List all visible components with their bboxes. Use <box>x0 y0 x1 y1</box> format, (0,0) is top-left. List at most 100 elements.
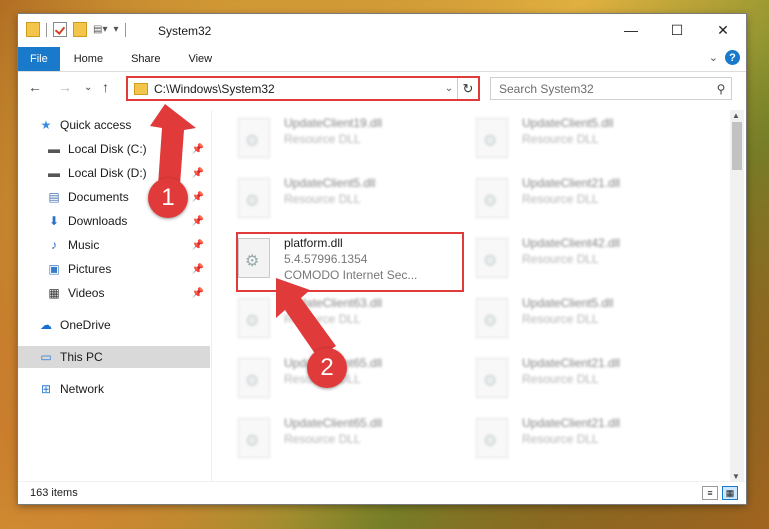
videos-icon: ▦ <box>48 286 60 300</box>
network-icon: ⊞ <box>40 382 52 396</box>
address-path[interactable]: C:\Windows\System32 <box>154 82 441 96</box>
new-folder-icon[interactable] <box>73 22 87 37</box>
dll-file-icon <box>476 418 508 458</box>
computer-icon: ▭ <box>40 350 52 364</box>
file-item[interactable]: UpdateClient63.dll Resource DLL <box>218 290 438 340</box>
star-icon: ★ <box>40 118 52 132</box>
nav-item-videos[interactable]: ▦ Videos 📌 <box>46 282 210 304</box>
help-icon[interactable]: ? <box>725 50 740 65</box>
file-name: UpdateClient21.dll <box>522 176 621 190</box>
file-description: Resource DLL <box>284 432 361 446</box>
forward-icon[interactable]: → <box>58 79 72 95</box>
nav-item-label: Quick access <box>60 118 132 132</box>
nav-item-network[interactable]: ⊞ Network <box>38 378 210 400</box>
up-icon[interactable]: ↑ <box>102 79 109 95</box>
nav-item-local-disk-d[interactable]: ▬ Local Disk (D:) 📌 <box>46 162 210 184</box>
step-1-badge: 1 <box>148 178 188 218</box>
file-name: UpdateClient5.dll <box>522 116 614 130</box>
file-item[interactable]: UpdateClient21.dll Resource DLL <box>456 410 676 460</box>
nav-item-label: Network <box>60 382 105 396</box>
nav-item-label: Documents <box>68 190 129 204</box>
tab-home[interactable]: Home <box>60 47 117 71</box>
file-name: UpdateClient5.dll <box>284 176 376 190</box>
close-button[interactable]: ✕ <box>700 14 746 46</box>
nav-item-this-pc[interactable]: ▭ This PC <box>18 346 210 368</box>
file-name: UpdateClient21.dll <box>522 356 621 370</box>
refresh-icon[interactable]: ↻ <box>457 78 478 99</box>
tiles-view-icon[interactable]: ▦ <box>722 486 738 500</box>
file-name: UpdateClient19.dll <box>284 116 383 130</box>
pictures-icon: ▣ <box>48 262 60 276</box>
tab-share[interactable]: Share <box>117 47 174 71</box>
highlight-box-platform-dll <box>236 232 464 292</box>
file-description: Resource DLL <box>522 132 599 146</box>
file-description: Resource DLL <box>522 192 599 206</box>
dll-file-icon <box>238 358 270 398</box>
file-name: UpdateClient65.dll <box>284 416 383 430</box>
nav-item-quick-access[interactable]: ★ Quick access <box>38 114 210 136</box>
file-name: UpdateClient42.dll <box>522 236 621 250</box>
pin-icon: 📌 <box>191 191 204 203</box>
tab-file[interactable]: File <box>18 47 60 71</box>
toolbar-dropdown-icon[interactable]: ▾ <box>113 24 118 35</box>
expand-ribbon-icon[interactable]: ⌄ <box>709 51 718 64</box>
file-list: UpdateClient19.dll Resource DLL UpdateCl… <box>218 110 728 482</box>
search-input[interactable]: Search System32 ⚲ <box>490 77 732 100</box>
nav-item-label: Downloads <box>68 214 128 228</box>
back-icon[interactable]: ← <box>28 79 42 95</box>
dll-file-icon <box>238 178 270 218</box>
folder-icon <box>26 22 40 37</box>
dll-file-icon <box>476 118 508 158</box>
nav-item-label: Local Disk (D:) <box>68 166 147 180</box>
tab-view[interactable]: View <box>174 47 226 71</box>
pin-icon: 📌 <box>191 263 204 275</box>
nav-item-music[interactable]: ♪ Music 📌 <box>46 234 210 256</box>
file-item[interactable]: UpdateClient5.dll Resource DLL <box>456 110 676 160</box>
nav-item-label: Music <box>68 238 100 252</box>
address-row: ← → ⌄ ↑ C:\Windows\System32 ⌄ ↻ Search S… <box>18 72 746 104</box>
cloud-icon: ☁ <box>40 318 52 332</box>
file-item[interactable]: UpdateClient21.dll Resource DLL <box>456 350 676 400</box>
maximize-button[interactable]: ☐ <box>654 14 700 46</box>
nav-item-label: This PC <box>60 350 103 364</box>
nav-item-pictures[interactable]: ▣ Pictures 📌 <box>46 258 210 280</box>
scroll-up-icon[interactable]: ▲ <box>732 111 740 120</box>
vertical-scrollbar[interactable]: ▲ ▼ <box>730 110 744 482</box>
file-description: Resource DLL <box>284 192 361 206</box>
address-dropdown-icon[interactable]: ⌄ <box>441 83 457 94</box>
folder-icon <box>134 82 148 95</box>
file-item[interactable]: UpdateClient42.dll Resource DLL <box>456 230 676 280</box>
file-item[interactable]: UpdateClient5.dll Resource DLL <box>218 170 438 220</box>
scroll-thumb[interactable] <box>732 122 742 170</box>
file-item[interactable]: UpdateClient21.dll Resource DLL <box>456 170 676 220</box>
file-name: UpdateClient5.dll <box>522 296 614 310</box>
nav-item-local-disk-c[interactable]: ▬ Local Disk (C:) 📌 <box>46 138 210 160</box>
pin-icon: 📌 <box>191 287 204 299</box>
dll-file-icon <box>238 418 270 458</box>
step-2-badge: 2 <box>307 348 347 388</box>
file-description: Resource DLL <box>284 132 361 146</box>
dll-file-icon <box>476 358 508 398</box>
search-placeholder[interactable]: Search System32 <box>491 82 711 96</box>
nav-item-downloads[interactable]: ⬇ Downloads 📌 <box>46 210 210 232</box>
file-item[interactable]: UpdateClient5.dll Resource DLL <box>456 290 676 340</box>
dll-file-icon <box>238 118 270 158</box>
search-icon[interactable]: ⚲ <box>711 82 731 96</box>
scroll-down-icon[interactable]: ▼ <box>732 472 740 481</box>
file-item[interactable]: UpdateClient65.dll Resource DLL <box>218 410 438 460</box>
nav-item-onedrive[interactable]: ☁ OneDrive <box>38 314 210 336</box>
dll-file-icon <box>476 298 508 338</box>
details-view-icon[interactable]: ≡ <box>702 486 718 500</box>
quick-access-toolbar: ▤▾ ▾ <box>26 22 126 37</box>
pin-icon: 📌 <box>191 167 204 179</box>
file-item[interactable]: UpdateClient19.dll Resource DLL <box>218 110 438 160</box>
file-description: Resource DLL <box>522 252 599 266</box>
minimize-button[interactable]: — <box>608 14 654 46</box>
explorer-window: ▤▾ ▾ System32 — ☐ ✕ File Home Share View… <box>18 14 746 504</box>
downloads-icon: ⬇ <box>48 214 60 228</box>
recent-locations-icon[interactable]: ⌄ <box>84 82 92 93</box>
address-bar[interactable]: C:\Windows\System32 ⌄ ↻ <box>126 76 480 101</box>
customize-toolbar-icon[interactable]: ▤▾ <box>93 24 107 35</box>
dll-file-icon <box>476 178 508 218</box>
properties-icon[interactable] <box>53 22 67 37</box>
